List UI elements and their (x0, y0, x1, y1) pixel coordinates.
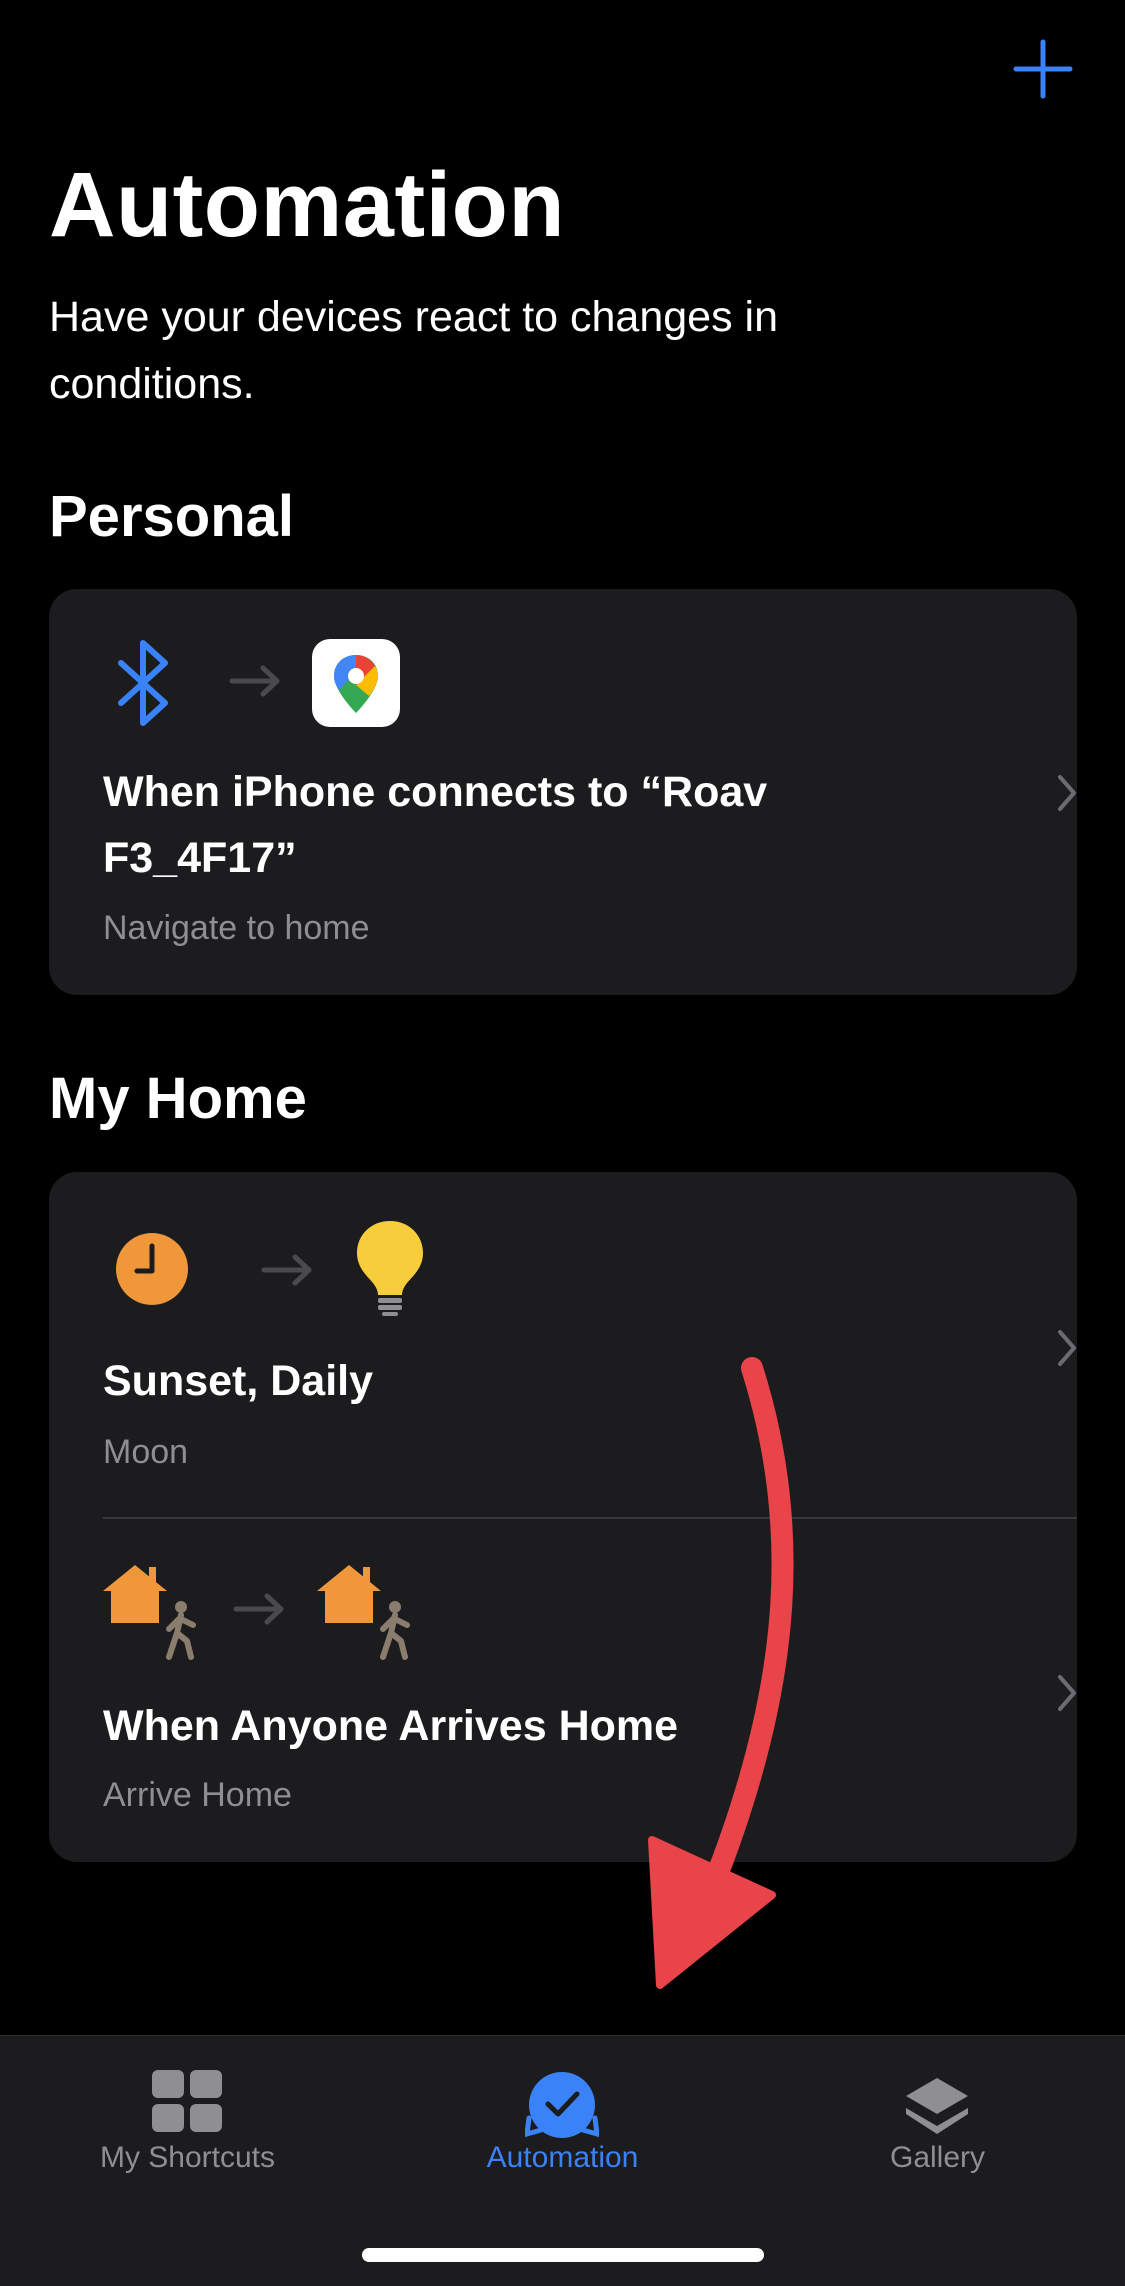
chevron-right-icon (1058, 775, 1076, 811)
tab-label: Automation (486, 2141, 639, 2174)
home-indicator[interactable] (362, 2248, 764, 2262)
section-title-my-home: My Home (49, 1066, 307, 1131)
automation-row-sunset[interactable]: Sunset, Daily Moon (49, 1172, 1077, 1517)
automation-row-subtitle: Navigate to home (103, 909, 370, 947)
tab-my-shortcuts[interactable]: My Shortcuts (0, 2036, 375, 2186)
add-icon[interactable] (1010, 36, 1076, 102)
section-title-personal: Personal (49, 484, 294, 549)
checkmark-clock-icon (525, 2072, 599, 2138)
automation-row-arrive-home[interactable]: When Anyone Arrives Home Arrive Home (49, 1519, 1077, 1862)
automation-row-title: Sunset, Daily (103, 1357, 374, 1405)
arrow-right-icon (261, 1254, 312, 1286)
page-title: Automation (49, 154, 566, 256)
arrow-right-icon (233, 1593, 284, 1625)
chevron-right-icon (1058, 1675, 1076, 1711)
arrow-right-icon (229, 665, 280, 697)
personal-card: When iPhone connects to “Roav F3_4F17” N… (49, 589, 1077, 995)
grid-icon (152, 2070, 222, 2132)
clock-icon (116, 1233, 188, 1305)
tab-automation[interactable]: Automation (375, 2036, 750, 2186)
chevron-right-icon (1058, 1330, 1076, 1366)
automation-row-title: When Anyone Arrives Home (103, 1702, 679, 1750)
tab-label: My Shortcuts (99, 2141, 276, 2174)
tab-gallery[interactable]: Gallery (750, 2036, 1125, 2186)
lightbulb-icon (357, 1221, 423, 1316)
automation-screen: Automation Have your devices react to ch… (0, 0, 1125, 2286)
automation-row-subtitle: Arrive Home (103, 1776, 292, 1814)
automation-row-subtitle: Moon (103, 1433, 189, 1471)
tab-label: Gallery (889, 2141, 986, 2174)
automation-row-bluetooth[interactable]: When iPhone connects to “Roav F3_4F17” N… (49, 589, 1077, 995)
layers-icon (906, 2078, 968, 2134)
home-person-icon (103, 1565, 196, 1660)
google-maps-icon (312, 639, 400, 727)
home-person-icon (317, 1565, 410, 1660)
my-home-card: Sunset, Daily Moon When Anyone Arrives H… (49, 1172, 1077, 1862)
bluetooth-icon (118, 640, 168, 726)
automation-row-title: When iPhone connects to “Roav F3_4F17” (103, 768, 768, 882)
page-subtitle: Have your devices react to changes in co… (49, 293, 779, 408)
